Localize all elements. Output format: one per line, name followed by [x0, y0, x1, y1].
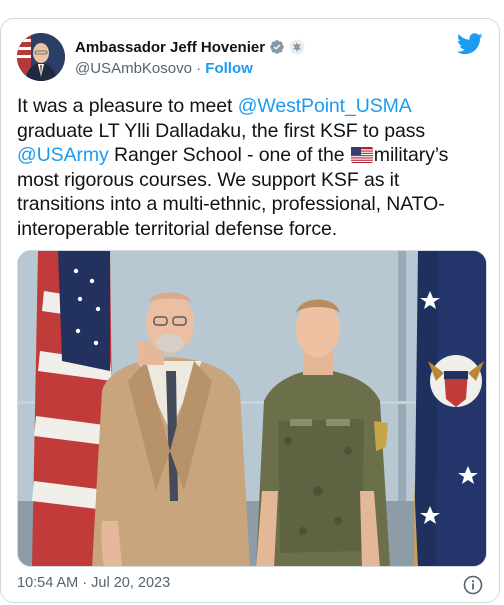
author-handle[interactable]: @USAmbKosovo	[75, 60, 192, 77]
tweet-footer: 10:54 AM · Jul 20, 2023	[17, 575, 483, 597]
tweet-card: Ambassador Jeff Hovenier @USAmbKosovo · …	[0, 18, 500, 603]
us-seal-icon	[289, 39, 305, 55]
verified-badge-icon	[270, 40, 284, 54]
handle-separator: ·	[191, 60, 206, 77]
twitter-bird-icon[interactable]	[457, 33, 483, 55]
author-display-name[interactable]: Ambassador Jeff Hovenier	[75, 39, 265, 56]
tweet-text-part-1: It was a pleasure to meet	[17, 95, 238, 117]
tweet-text-part-3: Ranger School - one of the	[108, 144, 350, 166]
mention-usarmy-link[interactable]: @USArmy	[17, 144, 109, 166]
tweet-text: It was a pleasure to meet @WestPoint_USM…	[17, 94, 487, 241]
mention-westpoint-link[interactable]: @WestPoint_USMA	[238, 95, 411, 117]
tweet-timestamp-link[interactable]: 10:54 AM · Jul 20, 2023	[17, 575, 170, 591]
follow-button[interactable]: Follow	[205, 60, 253, 77]
tweet-text-part-2: graduate LT Ylli Dalladaku, the first KS…	[17, 119, 426, 142]
tweet-header: Ambassador Jeff Hovenier @USAmbKosovo · …	[17, 33, 483, 81]
ambassador-flag-photo	[414, 251, 486, 566]
tweet-photo[interactable]	[17, 250, 487, 567]
us-flag-emoji-icon	[350, 147, 373, 163]
info-icon[interactable]	[463, 575, 483, 595]
author-avatar[interactable]	[17, 33, 65, 81]
